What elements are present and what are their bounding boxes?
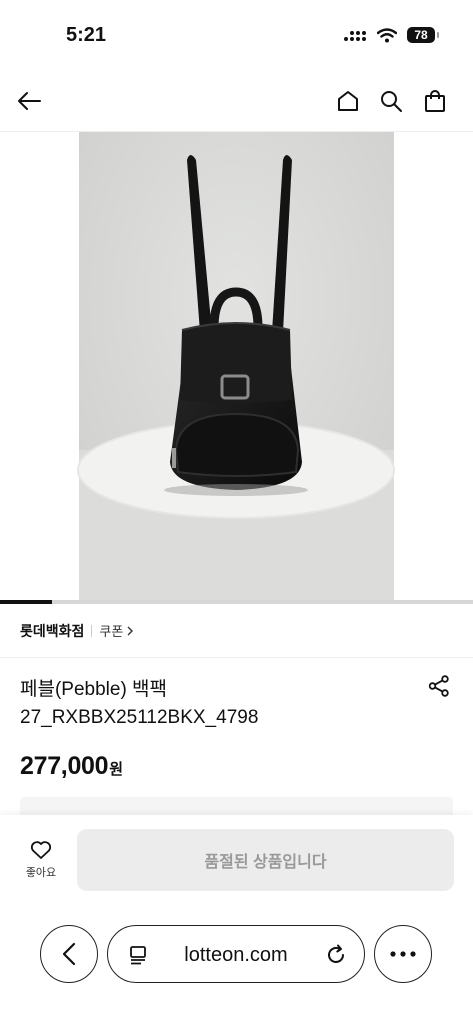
status-bar: 5:21 78	[0, 0, 473, 70]
cellular-signal-icon	[344, 31, 366, 41]
price-row: 277,000 원	[20, 752, 123, 781]
reload-button[interactable]	[324, 943, 348, 967]
heart-icon	[30, 841, 52, 859]
product-name-line2: 27_RXBBX25112BKX_4798	[20, 707, 259, 728]
battery-indicator: 78	[407, 27, 439, 43]
price-value: 277,000	[20, 752, 109, 780]
home-icon	[338, 91, 358, 111]
brand-divider	[91, 624, 93, 637]
product-image-gallery[interactable]	[0, 132, 473, 604]
chevron-right-icon	[127, 626, 134, 635]
status-icons: 78	[343, 24, 439, 46]
product-name-line1: 페블(Pebble) 백팩	[20, 679, 168, 700]
arrow-left-icon	[18, 92, 41, 110]
back-button[interactable]	[14, 86, 44, 116]
share-button[interactable]	[426, 673, 452, 699]
cart-button[interactable]	[420, 86, 450, 116]
shopping-bag-icon	[425, 90, 445, 112]
app-header	[0, 70, 473, 132]
price-unit: 원	[109, 761, 124, 778]
wifi-icon	[377, 27, 397, 42]
product-name: 페블(Pebble) 백팩 27_RXBBX25112BKX_4798	[20, 676, 410, 732]
more-horizontal-icon	[390, 951, 416, 957]
like-button[interactable]: 좋아요	[16, 840, 66, 884]
like-label: 좋아요	[25, 867, 57, 879]
brand-name[interactable]: 롯데백화점	[20, 621, 84, 641]
soldout-button: 품절된 상품입니다	[77, 829, 454, 891]
home-button[interactable]	[333, 86, 363, 116]
coupon-label: 쿠폰	[99, 624, 124, 639]
coupon-link[interactable]: 쿠폰	[99, 621, 134, 640]
search-icon	[381, 91, 402, 112]
browser-toolbar: lotteon.com	[0, 910, 473, 1024]
status-time: 5:21	[66, 24, 107, 46]
address-bar[interactable]: lotteon.com	[107, 925, 365, 983]
brand-row: 롯데백화점 쿠폰	[0, 604, 473, 658]
reload-icon	[328, 944, 344, 963]
share-icon	[428, 675, 449, 697]
browser-back-button[interactable]	[40, 925, 98, 983]
chevron-left-icon	[62, 942, 76, 966]
search-button[interactable]	[376, 86, 406, 116]
bottom-action-bar: 좋아요 품절된 상품입니다	[0, 815, 473, 910]
product-image	[77, 132, 395, 604]
browser-more-button[interactable]	[374, 925, 432, 983]
